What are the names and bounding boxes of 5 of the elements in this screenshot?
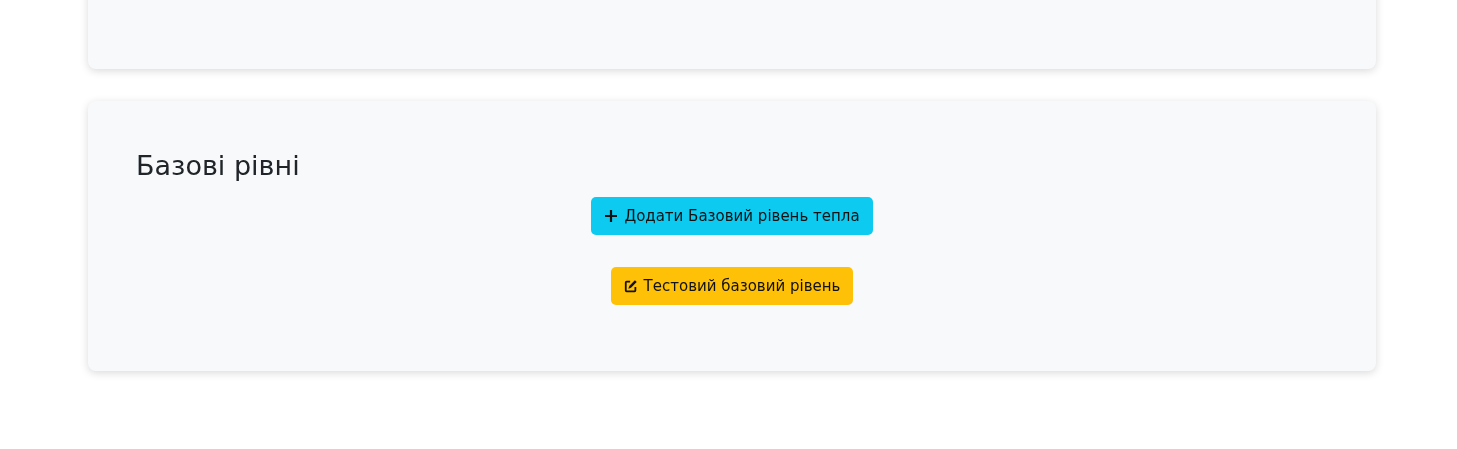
add-button[interactable]: Додати Базовий рівень тепла	[591, 197, 873, 235]
edit-icon	[623, 279, 638, 293]
edit-button[interactable]: Тестовий базовий рівень	[610, 267, 854, 305]
plus-icon	[604, 209, 619, 223]
section-title: Базові рівні	[136, 149, 301, 183]
